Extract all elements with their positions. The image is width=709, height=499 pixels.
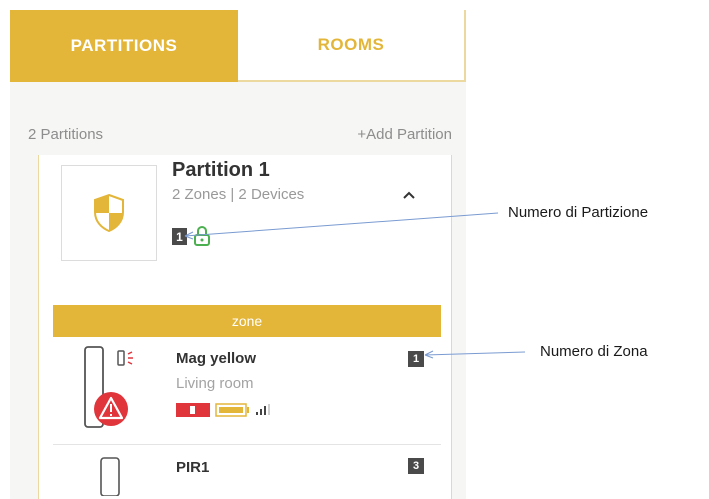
tab-rooms[interactable]: ROOMS: [238, 10, 466, 82]
partitions-count: 2 Partitions: [28, 126, 104, 143]
tab-bar: PARTITIONS ROOMS: [10, 10, 466, 82]
zone-row[interactable]: PIR1 3: [53, 445, 441, 499]
tab-partitions[interactable]: PARTITIONS: [10, 10, 238, 82]
zone-number-badge: 3: [408, 458, 424, 474]
chevron-up-icon[interactable]: [401, 187, 417, 203]
partition-icon-tile: [61, 165, 157, 261]
warning-icon: [94, 392, 128, 426]
lock-icon: [194, 225, 210, 246]
shield-icon: [94, 193, 124, 233]
add-partition-button[interactable]: +Add Partition: [357, 126, 452, 143]
zone-number-badge: 1: [408, 351, 424, 367]
zone-number-callout: Numero di Zona: [540, 343, 648, 360]
zone-section-header: zone: [53, 305, 441, 337]
partition-summary: 2 Zones | 2 Devices: [172, 186, 305, 203]
zone-room: Living room: [176, 375, 254, 392]
pir-sensor-icon: [100, 457, 120, 496]
partition-title: Partition 1: [172, 159, 270, 181]
partition-number-callout: Numero di Partizione: [508, 204, 649, 221]
partitions-panel: PARTITIONS ROOMS 2 Partitions +Add Parti…: [10, 10, 466, 499]
partition-number-badge: 1: [172, 228, 187, 245]
zone-name: Mag yellow: [176, 350, 257, 367]
partition-card[interactable]: Partition 1 2 Zones | 2 Devices 1 zone M…: [38, 155, 452, 499]
zone-name: PIR1: [176, 459, 210, 476]
device-status-icons: [176, 403, 270, 417]
zone-row[interactable]: Mag yellow Living room 1: [53, 337, 441, 445]
